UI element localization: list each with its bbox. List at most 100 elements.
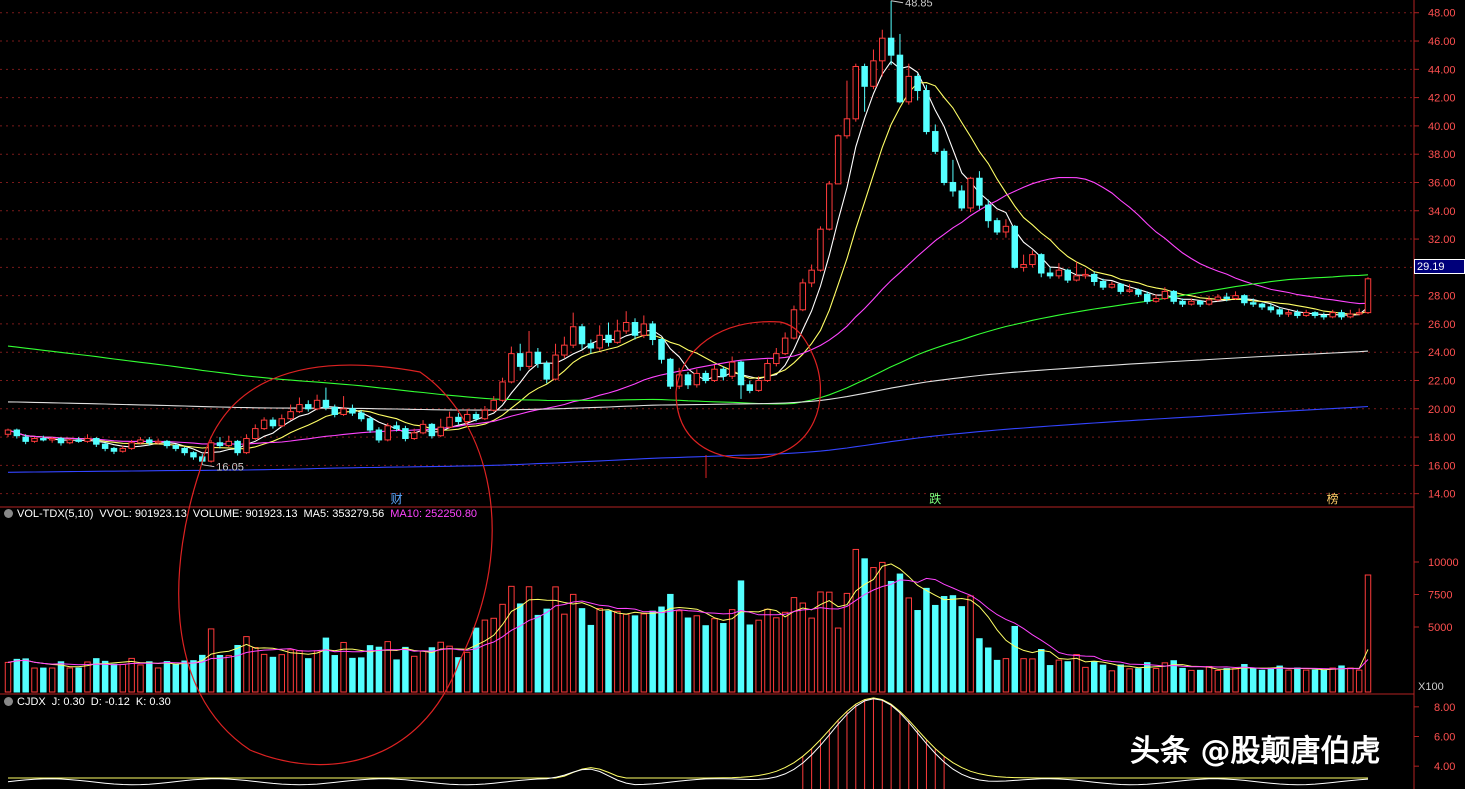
candle-body [1038,254,1045,274]
candle-body [702,372,709,382]
candle-body [923,90,930,133]
candle-body [1241,295,1248,304]
candle-body [1029,254,1036,266]
candle-body [66,439,74,444]
candle-body [1002,225,1010,233]
volume-bar [190,660,197,693]
vvol-value: VVOL: 901923.13 [99,508,187,520]
volume-bar [808,617,815,693]
candle-body [1364,278,1372,314]
candle-body [366,418,374,431]
volume-bar [720,623,727,693]
candle-body [1285,312,1292,315]
volume-bar [649,610,656,693]
collapse-icon[interactable] [4,509,13,518]
candle-body [834,135,842,185]
volume-bar [234,644,241,693]
collapse-icon[interactable] [4,697,13,706]
candle-body [596,334,603,349]
volume-bar [516,603,524,693]
candle-body [410,432,418,440]
volume-bar [923,587,930,693]
volume-bar [322,637,330,693]
volume-bar [1161,662,1169,693]
candle-body [764,363,771,382]
candle-body [163,440,171,447]
volume-bar [684,617,692,693]
cjdx-indicator-name[interactable]: CJDX [17,696,46,708]
volume-bar [4,661,12,693]
price-tick-label: 20.00 [1428,404,1456,416]
volume-bar [1020,658,1027,693]
vol-tick-label: 5000 [1428,622,1452,634]
volume-bar [1108,670,1116,693]
candle-body [243,438,250,454]
volume-bar [932,604,939,693]
candle-body [1055,269,1063,277]
price-tick-label: 46.00 [1428,36,1456,48]
candle-body [384,425,391,441]
candle-body [481,409,489,420]
price-tick-label: 24.00 [1428,347,1456,359]
volume-bar [22,658,29,693]
candle-body [1135,289,1142,295]
candle-body [940,150,948,183]
candle-body [711,368,718,382]
volume-bar [1099,664,1107,693]
volume-bar [1338,665,1345,693]
candle-body [490,399,497,411]
price-tick-label: 26.00 [1428,319,1456,331]
candle-body [870,60,877,87]
candle-body [755,380,762,391]
volume-bar [1046,665,1054,693]
volume-bar [1002,658,1010,693]
candle-body [1179,300,1186,305]
candle-body [1276,309,1283,315]
volume-bar [472,627,480,693]
candle-body [349,408,356,414]
candle-body [375,429,383,441]
volume-bar [463,651,471,693]
vol-indicator-name[interactable]: VOL-TDX(5,10) [17,508,93,520]
volume-bar [481,619,489,693]
candle-body [322,399,330,408]
candle-body [101,443,109,449]
volume-bar [349,657,356,693]
candle-body [48,438,56,441]
candle-body [826,183,833,230]
volume-bar [1135,668,1142,693]
volume-legend: VOL-TDX(5,10) VVOL: 901923.13 VOLUME: 9019… [4,508,483,520]
cjdx-legend: CJDX J: 0.30 D: -0.12 K: 0.30 [4,696,177,708]
volume-bar [578,608,586,693]
cjdx-d-value: D: -0.12 [90,696,130,708]
candle-body [896,54,904,103]
candle-body [1170,290,1177,302]
volume-bar [1285,669,1292,693]
volume-bar [1090,661,1098,693]
volume-bar [40,667,47,693]
stock-chart[interactable]: 48.00 46.00 44.00 42.00 40.00 38.00 36.00 34.00… [0,0,1465,789]
candle-body [516,353,524,367]
candle-body [976,177,983,206]
volume-bar [958,606,966,693]
candle-body [649,323,656,340]
candle-body [463,413,471,423]
candle-body [1161,290,1169,299]
volume-bar [843,592,851,693]
volume-bar [1320,669,1328,693]
candle-body [1090,273,1098,282]
candle-body [561,344,568,356]
price-tick-label: 40.00 [1428,121,1456,133]
volume-bar [1355,669,1363,693]
volume-bar [702,625,709,693]
candle-body [967,177,974,209]
candle-body [278,418,286,427]
watermark-text: 头条 @股颠唐伯虎 [1130,734,1381,769]
price-tick-label: 32.00 [1428,234,1456,246]
volume-bar [181,660,188,693]
candle-body [260,419,268,430]
candle-body [578,326,586,345]
candle-body [817,228,824,271]
candle-body [1064,269,1071,281]
candle-body [1320,314,1328,318]
